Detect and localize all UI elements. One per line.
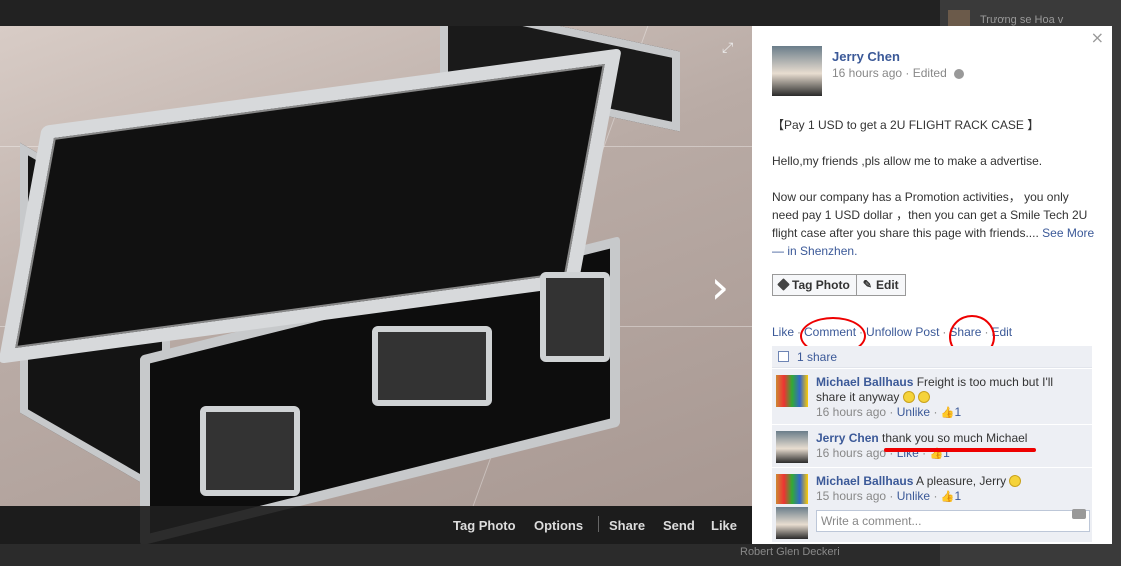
post-paragraph: Hello,my friends ,pls allow me to make a… xyxy=(772,154,1043,168)
case-latch xyxy=(200,406,300,496)
commenter-name[interactable]: Michael Ballhaus xyxy=(816,474,913,488)
current-user-avatar xyxy=(776,507,808,539)
share-count[interactable]: 1 share xyxy=(797,350,837,364)
send-link[interactable]: Send xyxy=(663,518,695,533)
comment-like-count[interactable]: 1 xyxy=(955,405,962,419)
commenter-avatar[interactable] xyxy=(776,474,808,506)
comment-text: thank you so much Michael xyxy=(882,431,1028,445)
thumbs-up-icon: 👍 xyxy=(940,407,955,419)
edit-button[interactable]: ✎ Edit xyxy=(856,274,906,296)
meta-dot: · xyxy=(889,405,894,419)
share-link[interactable]: Share xyxy=(609,518,645,533)
bottom-strip-name: Robert Glen Deckeri xyxy=(740,546,840,558)
edit-button-label: Edit xyxy=(876,277,899,292)
thumbs-up-icon: 👍 xyxy=(940,491,955,503)
photo-info-panel: × Jerry Chen 16 hours ago · Edited 【Pay … xyxy=(752,26,1112,544)
smile-emoticon-icon xyxy=(918,391,931,403)
unlike-link[interactable]: Unlike xyxy=(897,405,930,419)
comment-item: Michael Ballhaus Freight is too much but… xyxy=(772,368,1092,424)
comment-item: Jerry Chen thank you so much Michael 16 … xyxy=(772,424,1092,467)
annotation-underline xyxy=(884,448,1036,452)
tag-photo-button[interactable]: Tag Photo xyxy=(772,274,857,296)
share-count-row[interactable]: 1 share xyxy=(772,346,1092,368)
tag-icon xyxy=(777,278,790,291)
location-dash: — xyxy=(772,244,784,258)
photo-stage: ⤢ › Tag Photo Options Share Send Like xyxy=(0,26,752,544)
comment-time[interactable]: 16 hours ago xyxy=(816,446,886,460)
separator-dot: · xyxy=(942,325,947,339)
location-period: . xyxy=(854,244,858,258)
feedback-box: 1 share Michael Ballhaus Freight is too … xyxy=(772,346,1092,510)
comment-text: A pleasure, Jerry xyxy=(916,474,1007,488)
write-comment-row: Write a comment... xyxy=(772,504,1092,542)
post-meta: 16 hours ago · Edited xyxy=(832,66,965,80)
smile-emoticon-icon xyxy=(902,391,915,403)
edited-label[interactable]: Edited xyxy=(913,66,947,80)
expand-icon[interactable]: ⤢ xyxy=(722,40,736,54)
write-comment-input[interactable]: Write a comment... xyxy=(816,510,1090,532)
like-link[interactable]: Like xyxy=(711,518,737,533)
location-link[interactable]: Shenzhen xyxy=(800,244,854,258)
close-icon[interactable]: × xyxy=(1091,28,1104,47)
meta-dot: · xyxy=(889,489,894,503)
smile-emoticon-icon xyxy=(1009,475,1022,487)
post-paragraph: Now our company has a Promotion activiti… xyxy=(772,188,1098,260)
comment-meta: 15 hours ago · Unlike · 👍1 xyxy=(816,489,1086,505)
photo-button-group: Tag Photo ✎ Edit xyxy=(772,274,906,296)
photo-action-bar: Tag Photo Options Share Send Like xyxy=(0,506,752,544)
commenter-name[interactable]: Michael Ballhaus xyxy=(816,375,913,389)
tag-photo-link[interactable]: Tag Photo xyxy=(453,518,516,533)
pencil-icon: ✎ xyxy=(862,279,872,291)
post-title: 【Pay 1 USD to get a 2U FLIGHT RACK CASE … xyxy=(772,118,1040,132)
post-paragraph-text: Now our company has a Promotion activiti… xyxy=(772,190,1088,240)
like-action[interactable]: Like xyxy=(772,325,794,339)
comment-meta: 16 hours ago · Unlike · 👍1 xyxy=(816,405,1086,421)
next-photo-arrow-icon[interactable]: › xyxy=(700,262,740,312)
meta-dot: · xyxy=(933,489,938,503)
commenter-name[interactable]: Jerry Chen xyxy=(816,431,879,445)
chat-friend-name: Trương se Hoa v xyxy=(980,14,1064,26)
commenter-avatar[interactable] xyxy=(776,431,808,463)
post-time[interactable]: 16 hours ago xyxy=(832,66,902,80)
comment-time[interactable]: 16 hours ago xyxy=(816,405,886,419)
globe-icon[interactable] xyxy=(954,68,965,79)
post-body: 【Pay 1 USD to get a 2U FLIGHT RACK CASE … xyxy=(772,116,1098,278)
meta-dot: · xyxy=(933,405,938,419)
share-icon xyxy=(778,351,789,362)
commenter-avatar[interactable] xyxy=(776,375,808,407)
comment-like-count[interactable]: 1 xyxy=(955,489,962,503)
see-more-link[interactable]: See More xyxy=(1042,226,1094,240)
author-name[interactable]: Jerry Chen xyxy=(832,49,900,64)
case-handle xyxy=(372,326,492,406)
author-avatar[interactable] xyxy=(772,46,822,96)
camera-icon[interactable] xyxy=(1072,509,1086,519)
photo-image xyxy=(0,26,752,544)
unfollow-action[interactable]: Unfollow Post xyxy=(866,325,939,339)
meta-dot: · xyxy=(905,66,910,80)
location-in: in xyxy=(787,244,797,258)
tag-photo-button-label: Tag Photo xyxy=(792,277,850,292)
unlike-link[interactable]: Unlike xyxy=(897,489,930,503)
comment-time[interactable]: 15 hours ago xyxy=(816,489,886,503)
divider xyxy=(598,516,599,532)
case-latch xyxy=(540,272,610,362)
options-link[interactable]: Options xyxy=(534,518,583,533)
